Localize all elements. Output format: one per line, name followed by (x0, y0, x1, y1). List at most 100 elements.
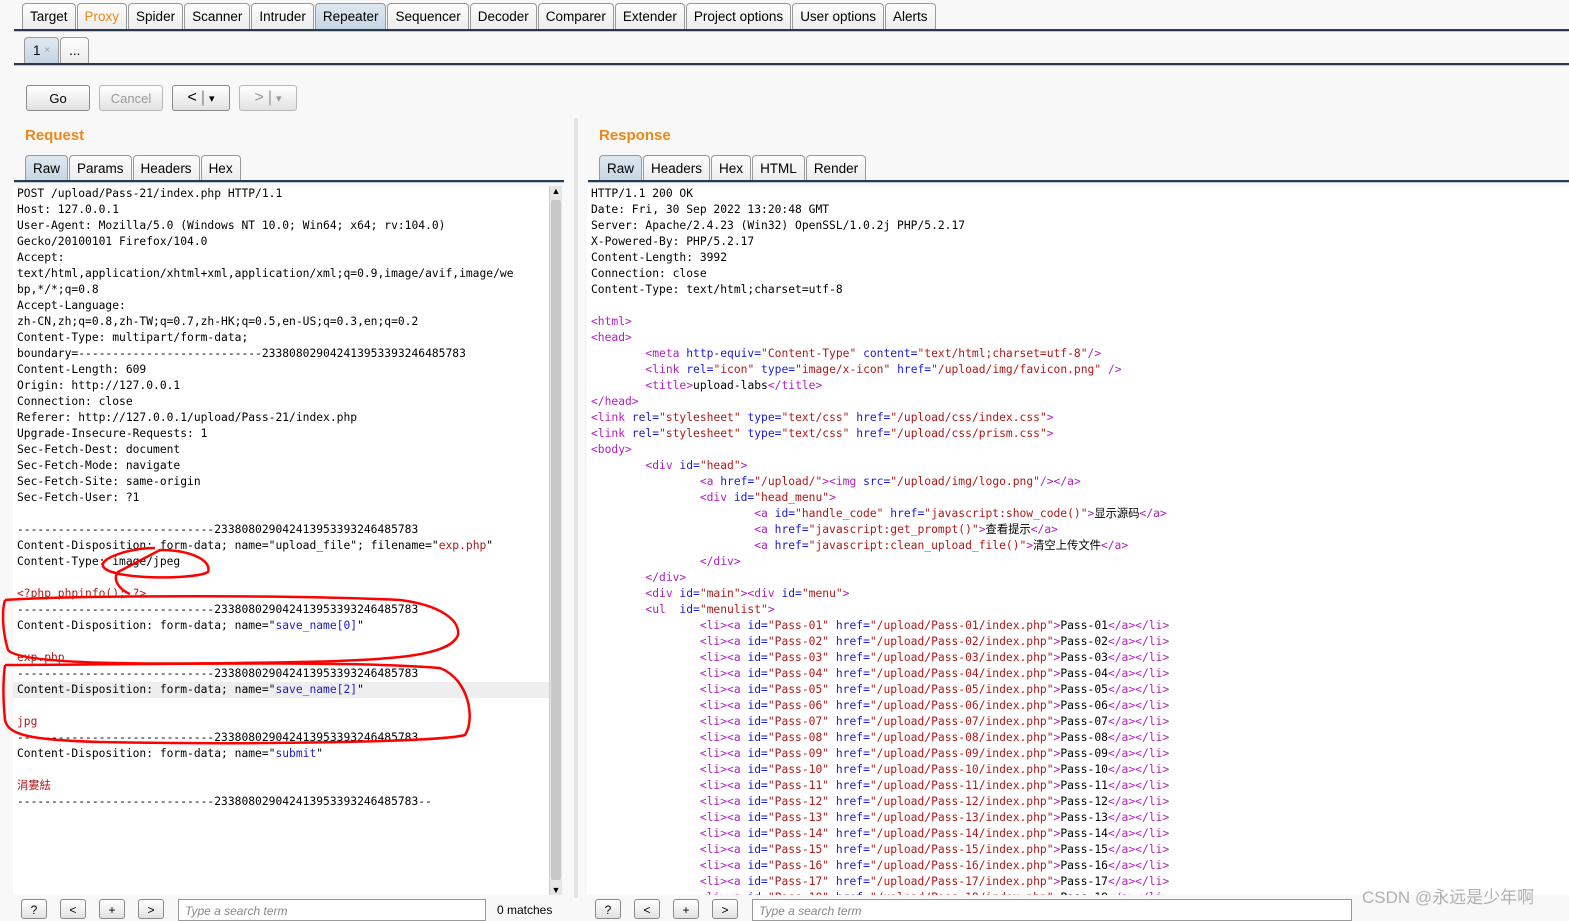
code-token: Pass-03 (1060, 651, 1108, 664)
code-token: "/upload/Pass-06/index.php" (869, 699, 1054, 712)
code-token: </a></li> (1107, 635, 1170, 648)
code-token: Pass-05 (1060, 683, 1108, 696)
tab-raw[interactable]: Raw (599, 155, 643, 181)
response-search-input[interactable]: Type a search term (752, 899, 1352, 921)
code-token: <head> (591, 331, 632, 344)
code-token: "/upload/css/index.css" (890, 411, 1047, 424)
code-token: "/upload/Pass-16/index.php" (869, 859, 1054, 872)
code-line: <li><a id="Pass-07" href="/upload/Pass-0… (587, 714, 1569, 730)
code-token: "/upload/Pass-05/index.php" (869, 683, 1054, 696)
code-token: "menulist" (699, 603, 768, 616)
code-token: id= (774, 507, 796, 520)
code-line: <li><a id="Pass-09" href="/upload/Pass-0… (587, 746, 1569, 762)
code-token: id= (747, 667, 768, 680)
code-token: 显示源码 (1094, 507, 1140, 520)
code-token: </a> (1030, 523, 1058, 536)
code-token: id= (747, 763, 768, 776)
code-token: "Pass-16" (767, 859, 836, 872)
code-line: <a href="javascript:clean_upload_file()"… (587, 538, 1569, 554)
code-token: </a></li> (1107, 875, 1170, 888)
code-line: Date: Fri, 30 Sep 2022 13:20:48 GMT (591, 203, 830, 216)
code-token: <ul (591, 603, 680, 616)
code-token: Pass-01 (1060, 619, 1108, 632)
code-token: href= (774, 523, 809, 536)
watermark: CSDN @永远是少年啊 (1362, 888, 1535, 907)
code-token: id= (747, 731, 768, 744)
tab-render[interactable]: Render (805, 155, 867, 181)
code-line: <li><a id="Pass-08" href="/upload/Pass-0… (587, 730, 1569, 746)
code-token: > (767, 603, 775, 616)
code-token: </a></li> (1107, 795, 1170, 808)
code-token: > (1046, 411, 1054, 424)
code-line: <li><a id="Pass-06" href="/upload/Pass-0… (587, 698, 1569, 714)
code-line: <head> (587, 330, 1569, 346)
code-token: "head" (699, 459, 741, 472)
code-token: http-equiv= (686, 347, 762, 360)
code-token: "Pass-06" (767, 699, 836, 712)
code-token: > (978, 523, 986, 536)
code-token: <li><a (591, 731, 748, 744)
code-line: <li><a id="Pass-14" href="/upload/Pass-1… (587, 826, 1569, 842)
add-button[interactable]: + (99, 899, 125, 919)
split-divider[interactable] (574, 118, 578, 898)
code-line: <a href="javascript:get_prompt()">查看提示</… (587, 522, 1569, 538)
code-token: "/upload/Pass-12/index.php" (869, 795, 1054, 808)
next-match-button[interactable]: > (138, 899, 164, 919)
tab-project-options[interactable]: Project options (685, 3, 792, 29)
code-token: rel= (631, 411, 660, 424)
code-token: <meta (591, 347, 687, 360)
code-token: > (740, 459, 748, 472)
code-token: "text/html;charset=utf-8" (917, 347, 1088, 360)
code-token: "text/css" (781, 427, 857, 440)
code-line: <link rel="stylesheet" type="text/css" h… (587, 426, 1569, 442)
code-token: "/upload/Pass-09/index.php" (869, 747, 1054, 760)
code-token: id= (747, 635, 768, 648)
code-token: href= (835, 683, 870, 696)
code-line: X-Powered-By: PHP/5.2.17 (591, 235, 755, 248)
code-token: "Pass-17" (767, 875, 836, 888)
code-token: id= (747, 859, 768, 872)
code-token: </a></li> (1107, 859, 1170, 872)
code-line: </head> (587, 394, 1569, 410)
code-line: Connection: close (591, 267, 707, 280)
code-token: "/upload/css/prism.css" (890, 427, 1047, 440)
help-button[interactable]: ? (595, 899, 621, 919)
response-editor[interactable]: HTTP/1.1 200 OK Date: Fri, 30 Sep 2022 13… (587, 186, 1569, 895)
add-button[interactable]: + (673, 899, 699, 919)
tab-hex[interactable]: Hex (711, 155, 752, 181)
code-token: "/upload/Pass-18/index.php" (870, 891, 1054, 895)
code-token: type= (747, 427, 782, 440)
tab-html[interactable]: HTML (752, 155, 805, 181)
code-token: "/upload/Pass-03/index.php" (869, 651, 1054, 664)
prev-match-button[interactable]: < (60, 899, 86, 919)
code-token: href= (835, 795, 870, 808)
tab-headers[interactable]: Headers (643, 155, 711, 181)
help-button[interactable]: ? (21, 899, 47, 919)
code-token: "head_menu" (754, 491, 830, 504)
code-token: Pass-13 (1060, 811, 1108, 824)
code-token: /> (1107, 363, 1122, 376)
code-token: "/upload/Pass-15/index.php" (869, 843, 1054, 856)
code-token: href= (835, 747, 870, 760)
code-line: <ul id="menulist"> (587, 602, 1569, 618)
code-token: Pass-11 (1060, 779, 1108, 792)
code-token: id= (747, 795, 768, 808)
code-token: </a></li> (1107, 715, 1170, 728)
code-token: href= (835, 859, 870, 872)
code-line: <li><a id="Pass-15" href="/upload/Pass-1… (587, 842, 1569, 858)
code-line: <li><a id="Pass-05" href="/upload/Pass-0… (587, 682, 1569, 698)
code-token: href= (835, 619, 870, 632)
prev-match-button[interactable]: < (634, 899, 660, 919)
code-token: "stylesheet" (659, 427, 748, 440)
tab-user-options[interactable]: User options (792, 3, 884, 29)
request-search-input[interactable]: Type a search term (178, 899, 486, 921)
next-match-button[interactable]: > (712, 899, 738, 919)
code-token: 清空上传文件 (1033, 539, 1101, 552)
code-token: id= (679, 459, 700, 472)
code-token: "javascript:get_prompt()" (808, 523, 979, 536)
tab-alerts[interactable]: Alerts (884, 3, 936, 29)
tab-extender[interactable]: Extender (614, 3, 685, 29)
code-token: </a></li> (1107, 747, 1170, 760)
code-token: "Pass-12" (767, 795, 836, 808)
